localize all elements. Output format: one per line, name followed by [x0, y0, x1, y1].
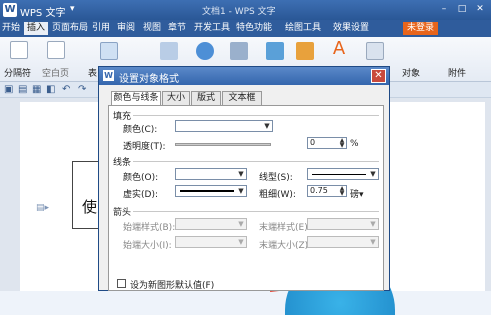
tab-layout[interactable]: 版式	[191, 91, 221, 105]
table-button[interactable]: 表	[88, 66, 97, 79]
page-break-icon[interactable]	[10, 41, 28, 59]
tab-size[interactable]: 大小	[162, 91, 190, 105]
object-button[interactable]: 对象	[402, 66, 420, 79]
dialog-panel: 填充 颜色(C): ▼ 透明度(T): 0 ▲ ▼ % 线条 颜色(O): ▼ 线…	[108, 105, 384, 291]
textbox-icon[interactable]	[296, 42, 314, 60]
dialog-title: 设置对象格式	[119, 74, 179, 85]
dash-select[interactable]: ▼	[175, 185, 247, 197]
wordart-icon[interactable]: A	[330, 40, 348, 58]
smartart-icon[interactable]	[266, 42, 284, 60]
transparency-slider[interactable]	[175, 143, 271, 146]
blank-page-button[interactable]: 空白页	[42, 66, 69, 79]
menu-page-layout[interactable]: 页面布局	[52, 22, 88, 35]
menu-bar: 开始 插入 页面布局 引用 审阅 视图 章节 开发工具 特色功能 绘图工具 效果…	[0, 20, 491, 37]
format-object-dialog: W 设置对象格式 ✕ 颜色与线条 大小 版式 文本框 填充 颜色(C): ▼ 透…	[98, 66, 390, 291]
chevron-down-icon: ▼	[238, 238, 244, 246]
weight-unit[interactable]: 磅▾	[350, 187, 364, 200]
chevron-down-icon: ▼	[264, 122, 270, 130]
dash-label: 虚实(D):	[123, 190, 158, 200]
print-icon[interactable]: ▦	[32, 84, 41, 95]
window-controls: – □ ✕	[437, 3, 487, 16]
end-style-label: 末端样式(E):	[259, 223, 311, 233]
arrows-divider	[133, 211, 379, 212]
open-icon[interactable]: ▣	[4, 84, 13, 95]
menu-drawing-tools[interactable]: 绘图工具	[285, 22, 321, 35]
line-divider	[133, 161, 379, 162]
wps-logo-icon[interactable]: W	[3, 3, 17, 17]
dialog-app-icon: W	[103, 70, 114, 81]
maximize-button[interactable]: □	[455, 3, 469, 16]
fill-color-label: 颜色(C):	[123, 125, 158, 135]
dialog-close-button[interactable]: ✕	[371, 69, 386, 83]
end-style-select[interactable]: ▼	[307, 218, 379, 230]
weight-label: 粗细(W):	[259, 190, 296, 200]
shapes-icon[interactable]	[196, 42, 214, 60]
transparency-input[interactable]: 0 ▲ ▼	[307, 137, 347, 149]
menu-view[interactable]: 视图	[143, 22, 161, 35]
blank-page-icon[interactable]	[47, 41, 65, 59]
menu-home[interactable]: 开始	[2, 22, 20, 35]
transparency-label: 透明度(T):	[123, 142, 166, 152]
menu-developer[interactable]: 开发工具	[194, 22, 230, 35]
symbol-icon[interactable]	[366, 42, 384, 60]
spin-arrows-icon[interactable]: ▲ ▼	[338, 138, 346, 149]
begin-size-select[interactable]: ▼	[175, 236, 247, 248]
transparency-unit: %	[350, 139, 359, 149]
save-icon[interactable]: ▤	[18, 84, 27, 95]
app-menu-chevron-icon[interactable]: ▾	[70, 4, 75, 14]
arrows-section-title: 箭头	[113, 208, 132, 218]
document-title: 文档1 - WPS 文字	[202, 7, 276, 17]
picture-icon[interactable]	[160, 42, 178, 60]
weight-input[interactable]: 0.75 ▲ ▼	[307, 185, 347, 197]
chevron-down-icon: ▼	[370, 170, 376, 178]
chevron-down-icon: ▼	[370, 238, 376, 246]
chevron-down-icon: ▼	[238, 170, 244, 178]
tab-textbox[interactable]: 文本框	[222, 91, 262, 105]
chevron-down-icon: ▼	[370, 220, 376, 228]
fill-color-select[interactable]: ▼	[175, 120, 273, 132]
dialog-title-bar[interactable]: W 设置对象格式 ✕	[99, 67, 389, 85]
set-default-checkbox[interactable]	[117, 279, 126, 288]
line-section-title: 线条	[113, 158, 132, 168]
menu-insert[interactable]: 插入	[24, 22, 49, 35]
fill-divider	[133, 115, 379, 116]
redo-icon[interactable]: ↷	[78, 84, 86, 95]
attachment-button[interactable]: 附件	[448, 66, 466, 79]
login-button[interactable]: 未登录	[403, 22, 439, 35]
chevron-down-icon: ▼	[238, 220, 244, 228]
begin-style-select[interactable]: ▼	[175, 218, 247, 230]
begin-style-label: 始端样式(B):	[123, 223, 176, 233]
line-style-preview	[312, 174, 366, 175]
menu-special[interactable]: 特色功能	[236, 22, 272, 35]
chevron-down-icon: ▼	[238, 187, 244, 195]
menu-reference[interactable]: 引用	[92, 22, 110, 35]
end-size-label: 末端大小(Z):	[259, 241, 312, 251]
set-default-label[interactable]: 设为新图形默认值(F)	[130, 278, 214, 291]
menu-review[interactable]: 审阅	[117, 22, 135, 35]
close-window-button[interactable]: ✕	[473, 3, 487, 16]
preview-icon[interactable]: ◧	[46, 84, 55, 95]
spin-arrows-icon[interactable]: ▲ ▼	[338, 186, 346, 197]
begin-size-label: 始端大小(I):	[123, 241, 172, 251]
table-icon[interactable]	[100, 42, 118, 60]
undo-icon[interactable]: ↶	[62, 84, 70, 95]
menu-effects[interactable]: 效果设置	[333, 22, 369, 35]
dash-preview	[180, 190, 234, 192]
menu-chapter[interactable]: 章节	[168, 22, 186, 35]
line-color-select[interactable]: ▼	[175, 168, 247, 180]
line-style-label: 线型(S):	[259, 173, 293, 183]
chart-icon[interactable]	[230, 42, 248, 60]
paragraph-marker-icon: ▤▸	[36, 203, 50, 213]
line-style-select[interactable]: ▼	[307, 168, 379, 180]
app-name[interactable]: WPS 文字	[20, 4, 65, 19]
fill-section-title: 填充	[113, 112, 132, 122]
line-color-label: 颜色(O):	[123, 173, 159, 183]
end-size-select[interactable]: ▼	[307, 236, 379, 248]
minimize-button[interactable]: –	[437, 3, 451, 16]
tab-colors-lines[interactable]: 颜色与线条	[111, 91, 161, 106]
title-bar: W WPS 文字 ▾ 文档1 - WPS 文字 – □ ✕	[0, 0, 491, 20]
page-break-button[interactable]: 分隔符	[4, 66, 31, 79]
